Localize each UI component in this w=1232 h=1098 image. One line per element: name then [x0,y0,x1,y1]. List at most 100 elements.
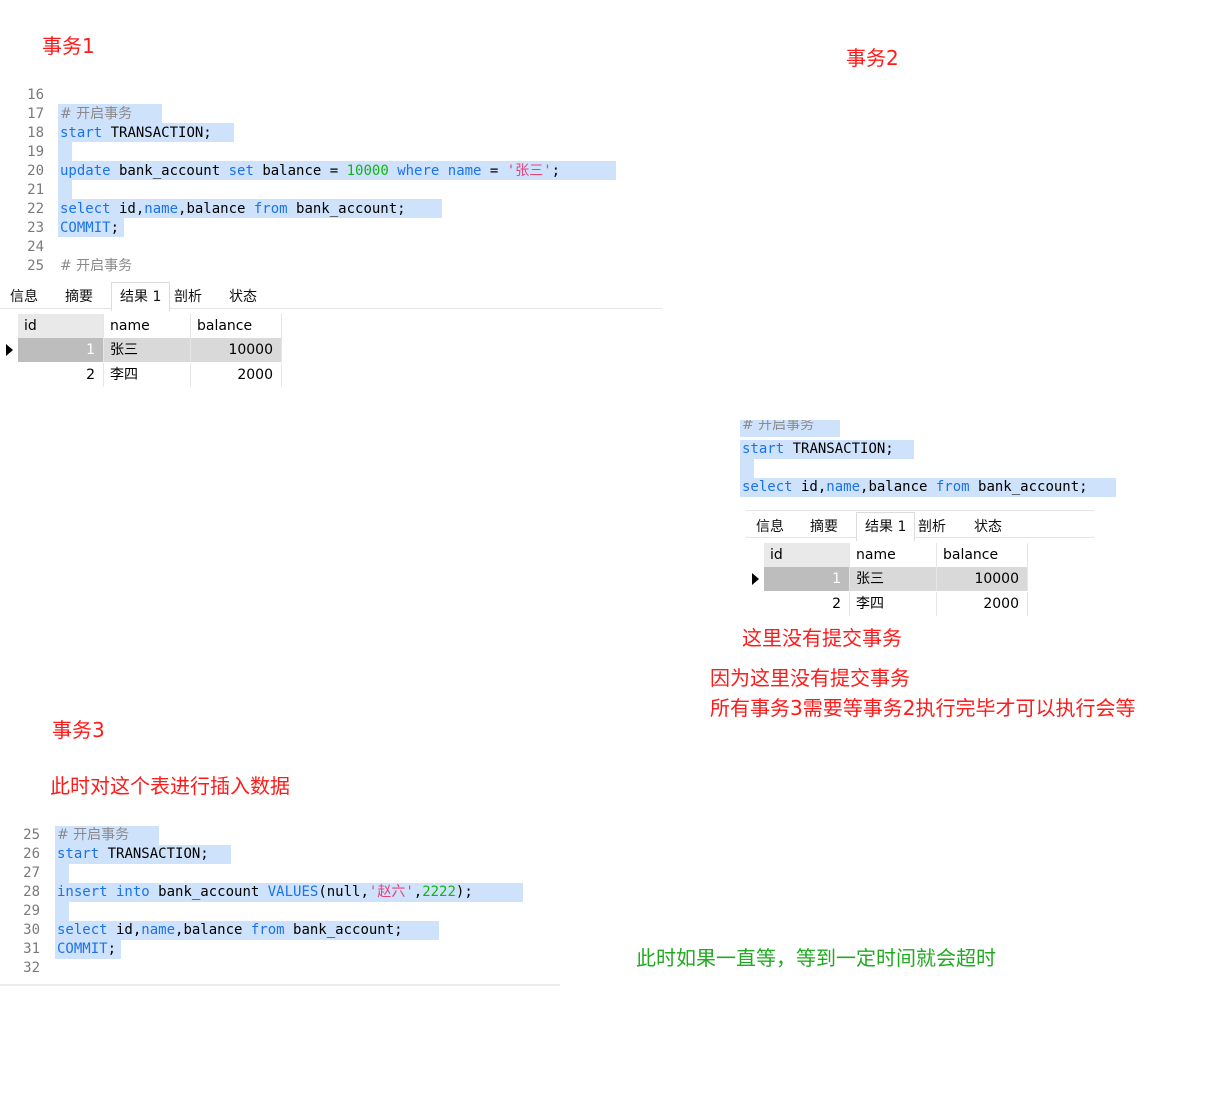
sql-text: ,balance [860,479,936,495]
table-cell[interactable]: 李四 [850,592,937,616]
sql-keyword: update [60,163,111,179]
tab-result-1[interactable]: 结果 1 [111,282,171,311]
sql-text: bank_account; [969,479,1088,495]
tx3-desc: 此时对这个表进行插入数据 [50,774,290,798]
sql-text: ; [110,220,120,236]
sql-editor-1[interactable]: 16 17 # 开启事务 18 start TRANSACTION; 19 20 up… [0,86,662,280]
tx1-label: 事务1 [42,34,95,58]
column-header-balance[interactable]: balance [937,543,1028,567]
sql-text: bank_account; [287,201,406,217]
table-cell[interactable]: 张三 [850,567,937,591]
sql-comment: # 开启事务 [60,258,133,274]
line-number: 25 [27,258,44,274]
sql-text: bank_account [149,884,268,900]
table-cell[interactable]: 2 [18,363,104,387]
explain-note-1: 因为这里没有提交事务 [710,666,910,690]
sql-text: id, [110,201,145,217]
sql-text: ; [107,941,117,957]
sql-text: TRANSACTION; [784,441,894,457]
timeout-note: 此时如果一直等，等到一定时间就会超时 [636,946,996,970]
line-number: 25 [23,827,40,843]
tx3-label: 事务3 [52,718,105,742]
tab-info[interactable]: 信息 [10,286,38,306]
table-cell[interactable]: 2000 [937,592,1028,616]
tab-result-1[interactable]: 结果 1 [856,512,916,541]
sql-keyword: into [107,884,150,900]
row-pointer-icon [752,573,759,585]
tab-status[interactable]: 状态 [229,286,257,306]
line-number: 28 [23,884,40,900]
sql-text: = [481,163,507,179]
tab-info[interactable]: 信息 [756,516,784,536]
sql-number: 2222 [422,884,456,900]
line-number: 31 [23,941,40,957]
sql-keyword: from [253,201,288,217]
table-cell[interactable]: 10000 [937,567,1028,591]
table-cell[interactable]: 1 [18,338,104,362]
result-tabs-2: 信息 摘要 结果 1 剖析 状态 [746,510,1094,541]
sql-keyword: start [60,125,103,141]
table-cell[interactable]: 李四 [104,363,191,387]
sql-keyword: COMMIT [60,220,111,236]
sql-keyword: select [60,201,111,217]
column-header-balance[interactable]: balance [191,314,282,338]
sql-text: (null, [318,884,369,900]
table-cell[interactable]: 10000 [191,338,282,362]
sql-comment: # 开启事务 [742,420,815,433]
result-grid-2[interactable]: id name balance 1 张三 10000 2 李四 2000 [746,543,1036,619]
sql-keyword: COMMIT [57,941,108,957]
sql-keyword: set [228,163,254,179]
sql-editor-3[interactable]: 25 # 开启事务 26 start TRANSACTION; 27 28 inser… [0,826,560,986]
sql-keyword: name [141,922,176,938]
line-number: 16 [27,87,44,103]
column-header-id[interactable]: id [18,314,104,338]
sql-text: ,balance [178,201,254,217]
line-number: 22 [27,201,44,217]
sql-string: '张三' [506,163,552,179]
line-number: 23 [27,220,44,236]
sql-keyword: name [826,479,861,495]
sql-keyword: where [388,163,440,179]
tx2-label: 事务2 [846,46,899,70]
table-cell[interactable]: 1 [764,567,850,591]
table-cell[interactable]: 2 [764,592,850,616]
sql-keyword: name [439,163,482,179]
result-tabs-1: 信息 摘要 结果 1 剖析 状态 [0,282,662,311]
line-number: 19 [27,144,44,160]
sql-string: '赵六' [368,884,414,900]
column-header-name[interactable]: name [850,543,937,567]
tab-summary[interactable]: 摘要 [65,286,93,306]
sql-comment: # 开启事务 [60,106,133,122]
sql-text: ,balance [175,922,251,938]
sql-comment: # 开启事务 [57,827,130,843]
sql-keyword: select [57,922,108,938]
sql-keyword: from [250,922,285,938]
tab-status[interactable]: 状态 [974,516,1002,536]
line-number: 18 [27,125,44,141]
sql-text: TRANSACTION; [99,846,209,862]
tab-profile[interactable]: 剖析 [918,516,946,536]
line-number: 20 [27,163,44,179]
line-number: 21 [27,182,44,198]
line-number: 24 [27,239,44,255]
table-cell[interactable]: 张三 [104,338,191,362]
result-grid-1[interactable]: id name balance 1 张三 10000 2 李四 2000 [0,314,290,390]
no-commit-note: 这里没有提交事务 [742,626,902,650]
line-number: 30 [23,922,40,938]
tab-summary[interactable]: 摘要 [810,516,838,536]
column-header-id[interactable]: id [764,543,850,567]
sql-text: bank_account [110,163,229,179]
sql-text: id, [792,479,827,495]
column-header-name[interactable]: name [104,314,191,338]
sql-editor-2[interactable]: # 开启事务 start TRANSACTION; select id,name… [740,420,1120,500]
row-pointer-icon [6,344,13,356]
line-number: 26 [23,846,40,862]
tab-profile[interactable]: 剖析 [174,286,202,306]
table-cell[interactable]: 2000 [191,363,282,387]
sql-keyword: from [935,479,970,495]
sql-keyword: select [742,479,793,495]
sql-keyword: insert [57,884,108,900]
sql-keyword: name [144,201,179,217]
line-number: 17 [27,106,44,122]
sql-keyword: VALUES [267,884,319,900]
